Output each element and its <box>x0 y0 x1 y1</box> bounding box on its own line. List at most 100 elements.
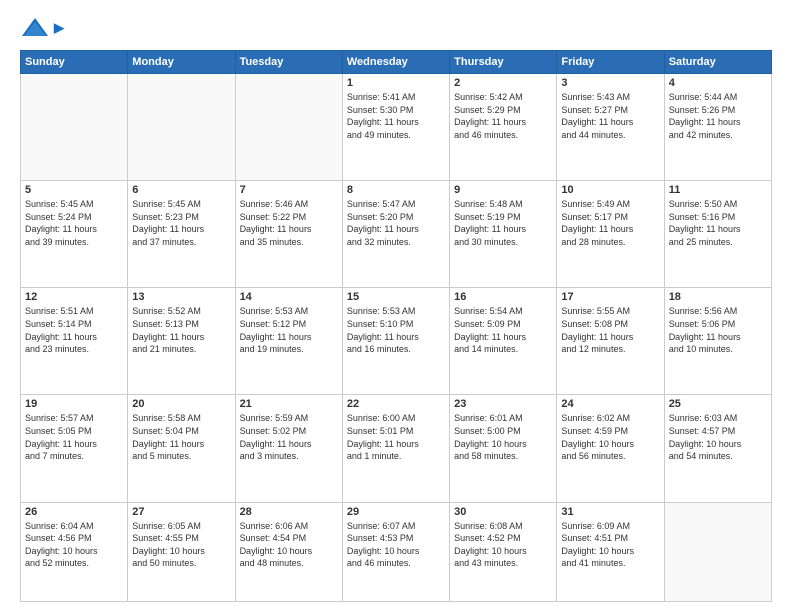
day-number: 31 <box>561 506 659 518</box>
weekday-header-wednesday: Wednesday <box>342 51 449 74</box>
cell-info: Sunrise: 5:55 AM Sunset: 5:08 PM Dayligh… <box>561 305 659 355</box>
page: ▶ SundayMondayTuesdayWednesdayThursdayFr… <box>0 0 792 612</box>
day-number: 30 <box>454 506 552 518</box>
day-number: 24 <box>561 398 659 410</box>
weekday-header-row: SundayMondayTuesdayWednesdayThursdayFrid… <box>21 51 772 74</box>
calendar-cell: 1 Sunrise: 5:41 AM Sunset: 5:30 PM Daylig… <box>342 74 449 181</box>
cell-info: Sunrise: 5:50 AM Sunset: 5:16 PM Dayligh… <box>669 198 767 248</box>
cell-info: Sunrise: 6:05 AM Sunset: 4:55 PM Dayligh… <box>132 520 230 570</box>
calendar-cell: 24Sunrise: 6:02 AM Sunset: 4:59 PM Dayli… <box>557 395 664 502</box>
day-number: 21 <box>240 398 338 410</box>
day-number: 14 <box>240 291 338 303</box>
day-number: 15 <box>347 291 445 303</box>
calendar-cell <box>21 74 128 181</box>
cell-info: Sunrise: 5:41 AM Sunset: 5:30 PM Dayligh… <box>347 91 445 141</box>
cell-info: Sunrise: 5:47 AM Sunset: 5:20 PM Dayligh… <box>347 198 445 248</box>
day-number: 9 <box>454 184 552 196</box>
calendar-cell: 26 Sunrise: 6:04 AM Sunset: 4:56 PM Dayli… <box>21 502 128 601</box>
calendar-cell: 13 Sunrise: 5:52 AM Sunset: 5:13 PM Dayli… <box>128 288 235 395</box>
calendar-cell: 7Sunrise: 5:46 AM Sunset: 5:22 PM Daylig… <box>235 181 342 288</box>
cell-info: Sunrise: 5:48 AM Sunset: 5:19 PM Dayligh… <box>454 198 552 248</box>
day-number: 4 <box>669 77 767 89</box>
calendar-cell <box>235 74 342 181</box>
day-number: 25 <box>669 398 767 410</box>
cell-info: Sunrise: 5:53 AM Sunset: 5:12 PM Dayligh… <box>240 305 338 355</box>
weekday-header-thursday: Thursday <box>450 51 557 74</box>
day-number: 17 <box>561 291 659 303</box>
day-number: 8 <box>347 184 445 196</box>
day-number: 12 <box>25 291 123 303</box>
calendar-table: SundayMondayTuesdayWednesdayThursdayFrid… <box>20 50 772 602</box>
cell-info: Sunrise: 6:08 AM Sunset: 4:52 PM Dayligh… <box>454 520 552 570</box>
calendar-cell: 18 Sunrise: 5:56 AM Sunset: 5:06 PM Dayli… <box>664 288 771 395</box>
cell-info: Sunrise: 5:49 AM Sunset: 5:17 PM Dayligh… <box>561 198 659 248</box>
day-number: 13 <box>132 291 230 303</box>
cell-info: Sunrise: 6:06 AM Sunset: 4:54 PM Dayligh… <box>240 520 338 570</box>
day-number: 3 <box>561 77 659 89</box>
calendar-cell: 10Sunrise: 5:49 AM Sunset: 5:17 PM Dayli… <box>557 181 664 288</box>
cell-info: Sunrise: 5:54 AM Sunset: 5:09 PM Dayligh… <box>454 305 552 355</box>
calendar-cell: 30 Sunrise: 6:08 AM Sunset: 4:52 PM Dayli… <box>450 502 557 601</box>
cell-info: Sunrise: 6:01 AM Sunset: 5:00 PM Dayligh… <box>454 412 552 462</box>
day-number: 29 <box>347 506 445 518</box>
week-row-2: 12 Sunrise: 5:51 AM Sunset: 5:14 PM Dayli… <box>21 288 772 395</box>
cell-info: Sunrise: 5:42 AM Sunset: 5:29 PM Dayligh… <box>454 91 552 141</box>
day-number: 20 <box>132 398 230 410</box>
cell-info: Sunrise: 5:57 AM Sunset: 5:05 PM Dayligh… <box>25 412 123 462</box>
weekday-header-saturday: Saturday <box>664 51 771 74</box>
calendar-cell: 25Sunrise: 6:03 AM Sunset: 4:57 PM Dayli… <box>664 395 771 502</box>
cell-info: Sunrise: 5:51 AM Sunset: 5:14 PM Dayligh… <box>25 305 123 355</box>
logo: ▶ <box>20 16 64 40</box>
calendar-cell: 8 Sunrise: 5:47 AM Sunset: 5:20 PM Daylig… <box>342 181 449 288</box>
calendar-cell: 17 Sunrise: 5:55 AM Sunset: 5:08 PM Dayli… <box>557 288 664 395</box>
cell-info: Sunrise: 5:56 AM Sunset: 5:06 PM Dayligh… <box>669 305 767 355</box>
calendar-cell: 16 Sunrise: 5:54 AM Sunset: 5:09 PM Dayli… <box>450 288 557 395</box>
cell-info: Sunrise: 5:45 AM Sunset: 5:24 PM Dayligh… <box>25 198 123 248</box>
cell-info: Sunrise: 5:46 AM Sunset: 5:22 PM Dayligh… <box>240 198 338 248</box>
calendar-cell: 11 Sunrise: 5:50 AM Sunset: 5:16 PM Dayli… <box>664 181 771 288</box>
calendar-cell: 2 Sunrise: 5:42 AM Sunset: 5:29 PM Daylig… <box>450 74 557 181</box>
calendar-cell: 9 Sunrise: 5:48 AM Sunset: 5:19 PM Daylig… <box>450 181 557 288</box>
cell-info: Sunrise: 6:07 AM Sunset: 4:53 PM Dayligh… <box>347 520 445 570</box>
cell-info: Sunrise: 5:58 AM Sunset: 5:04 PM Dayligh… <box>132 412 230 462</box>
day-number: 26 <box>25 506 123 518</box>
weekday-header-sunday: Sunday <box>21 51 128 74</box>
cell-info: Sunrise: 6:04 AM Sunset: 4:56 PM Dayligh… <box>25 520 123 570</box>
day-number: 2 <box>454 77 552 89</box>
day-number: 1 <box>347 77 445 89</box>
day-number: 19 <box>25 398 123 410</box>
header: ▶ <box>20 16 772 40</box>
calendar-cell: 15Sunrise: 5:53 AM Sunset: 5:10 PM Dayli… <box>342 288 449 395</box>
week-row-1: 5Sunrise: 5:45 AM Sunset: 5:24 PM Daylig… <box>21 181 772 288</box>
calendar-cell: 19 Sunrise: 5:57 AM Sunset: 5:05 PM Dayli… <box>21 395 128 502</box>
calendar-cell: 21 Sunrise: 5:59 AM Sunset: 5:02 PM Dayli… <box>235 395 342 502</box>
cell-info: Sunrise: 5:52 AM Sunset: 5:13 PM Dayligh… <box>132 305 230 355</box>
week-row-3: 19 Sunrise: 5:57 AM Sunset: 5:05 PM Dayli… <box>21 395 772 502</box>
day-number: 23 <box>454 398 552 410</box>
calendar-cell: 3 Sunrise: 5:43 AM Sunset: 5:27 PM Daylig… <box>557 74 664 181</box>
day-number: 22 <box>347 398 445 410</box>
day-number: 6 <box>132 184 230 196</box>
cell-info: Sunrise: 6:09 AM Sunset: 4:51 PM Dayligh… <box>561 520 659 570</box>
cell-info: Sunrise: 5:44 AM Sunset: 5:26 PM Dayligh… <box>669 91 767 141</box>
cell-info: Sunrise: 5:45 AM Sunset: 5:23 PM Dayligh… <box>132 198 230 248</box>
day-number: 16 <box>454 291 552 303</box>
calendar-cell: 6 Sunrise: 5:45 AM Sunset: 5:23 PM Daylig… <box>128 181 235 288</box>
calendar-cell: 29 Sunrise: 6:07 AM Sunset: 4:53 PM Dayli… <box>342 502 449 601</box>
cell-info: Sunrise: 6:00 AM Sunset: 5:01 PM Dayligh… <box>347 412 445 462</box>
weekday-header-friday: Friday <box>557 51 664 74</box>
calendar-cell: 20 Sunrise: 5:58 AM Sunset: 5:04 PM Dayli… <box>128 395 235 502</box>
cell-info: Sunrise: 5:59 AM Sunset: 5:02 PM Dayligh… <box>240 412 338 462</box>
calendar-cell: 12 Sunrise: 5:51 AM Sunset: 5:14 PM Dayli… <box>21 288 128 395</box>
logo-text: ▶ <box>54 20 64 36</box>
calendar-cell: 14 Sunrise: 5:53 AM Sunset: 5:12 PM Dayli… <box>235 288 342 395</box>
calendar-cell: 22 Sunrise: 6:00 AM Sunset: 5:01 PM Dayli… <box>342 395 449 502</box>
calendar-cell <box>128 74 235 181</box>
logo-icon <box>20 16 50 40</box>
day-number: 11 <box>669 184 767 196</box>
cell-info: Sunrise: 5:43 AM Sunset: 5:27 PM Dayligh… <box>561 91 659 141</box>
week-row-0: 1 Sunrise: 5:41 AM Sunset: 5:30 PM Daylig… <box>21 74 772 181</box>
weekday-header-tuesday: Tuesday <box>235 51 342 74</box>
calendar-cell: 23 Sunrise: 6:01 AM Sunset: 5:00 PM Dayli… <box>450 395 557 502</box>
day-number: 18 <box>669 291 767 303</box>
